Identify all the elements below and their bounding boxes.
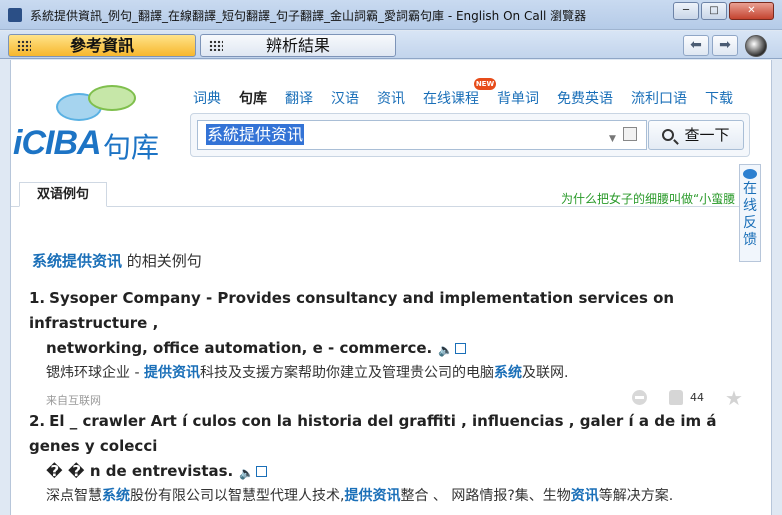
nav-item-sentences[interactable]: 句库 (239, 88, 267, 108)
globe-icon[interactable] (745, 35, 767, 57)
nav-item-online-courses[interactable]: 在线课程 (423, 88, 479, 108)
example-item: 2. El _ crawler Art í culos con la histor… (29, 409, 753, 508)
example-number: 1. (29, 289, 46, 307)
edit-icon[interactable] (623, 127, 637, 141)
nav-item-oral-english[interactable]: 流利口语 (631, 88, 687, 108)
tab-analysis-label: 辨析結果 (265, 36, 330, 55)
online-feedback-button[interactable]: 在 线 反 馈 (739, 164, 761, 262)
search-button[interactable]: 查一下 (648, 120, 744, 150)
thumbs-up-icon[interactable] (669, 390, 683, 405)
window-title: 系統提供資訊_例句_翻譯_在線翻譯_短句翻譯_句子翻譯_金山詞霸_愛詞霸句庫 -… (30, 9, 587, 23)
feedback-char: 馈 (743, 232, 757, 248)
feedback-char: 在 (743, 181, 757, 197)
dropdown-arrow-icon[interactable]: ▼ (609, 134, 616, 144)
browser-toolbar: 參考資訊 辨析結果 ⬅ ➡ (0, 31, 782, 59)
zh-text: 深点智慧 (46, 488, 102, 504)
app-icon (8, 8, 22, 22)
zh-text: 股份有限公司以智慧型代理人技术, (130, 488, 345, 504)
example-english-line1: Sysoper Company - Provides consultancy a… (29, 289, 675, 332)
example-english: 2. El _ crawler Art í culos con la histor… (29, 409, 753, 484)
nav-item-news[interactable]: 资讯 (377, 88, 405, 108)
nav-item-vocabulary[interactable]: 背单词 (497, 88, 539, 108)
example-chinese: 锶炜环球企业 - 提供资讯科技及支援方案帮助你建立及管理贵公司的电脑系统及联网. (29, 362, 753, 385)
zh-text: 科技及支援方案帮助你建立及管理贵公司的电脑 (199, 365, 494, 381)
example-english-line2: networking, office automation, e - comme… (46, 339, 433, 357)
nav-item-translate[interactable]: 翻译 (285, 88, 313, 108)
new-badge: NEW (474, 78, 496, 90)
example-english-line2: � � n de entrevistas. (46, 462, 234, 480)
example-number: 2. (29, 412, 46, 430)
zh-text: 及联网. (521, 365, 569, 381)
nav-item-free-english[interactable]: 免费英语 (557, 88, 613, 108)
back-button[interactable]: ⬅ (683, 35, 709, 56)
example-chinese: 深点智慧系统股份有限公司以智慧型代理人技术,提供资讯整合 、 网路情报?集、生物… (29, 485, 753, 508)
zh-text: 锶炜环球企业 - (46, 365, 144, 381)
section-suffix: 的相关例句 (122, 252, 202, 270)
logo-brand[interactable]: iCIBA (13, 124, 102, 163)
like-count: 44 (690, 391, 704, 404)
note-icon[interactable] (455, 343, 467, 354)
search-input-value: 系統提供资讯 (206, 124, 305, 145)
forward-button[interactable]: ➡ (712, 35, 738, 56)
example-item: 1. Sysoper Company - Provides consultancy… (29, 286, 753, 410)
search-icon (662, 129, 675, 141)
minimize-button[interactable]: ─ (673, 2, 699, 20)
zh-highlight: 资讯 (570, 488, 599, 504)
maximize-button[interactable]: □ (701, 2, 727, 20)
feedback-char: 反 (743, 215, 757, 231)
chat-icon (743, 169, 757, 179)
zh-text: 等解决方案. (598, 488, 674, 504)
nav-item-download[interactable]: 下载 (705, 88, 733, 108)
zh-text: 整合 、 网路情报?集、生物 (400, 488, 571, 504)
page-content: iCIBA 句库 词典 句库 翻译 汉语 资讯 在线课程 背单词 免费英语 流利… (10, 60, 772, 515)
search-button-label: 查一下 (684, 126, 730, 144)
dislike-icon[interactable] (632, 390, 647, 405)
section-title: 系统提供资讯 的相关例句 (32, 250, 202, 271)
search-input[interactable]: 系統提供资讯 (197, 120, 647, 150)
nav-item-dictionary[interactable]: 词典 (193, 88, 221, 108)
tab-analysis-results[interactable]: 辨析結果 (200, 34, 396, 57)
source-label: 来自互联网 (46, 394, 101, 407)
zh-highlight: 提供资讯 (143, 365, 200, 381)
tab-reference-info[interactable]: 參考資訊 (8, 34, 196, 57)
logo-suffix: 句库 (103, 131, 160, 164)
example-english: 1. Sysoper Company - Provides consultancy… (29, 286, 753, 361)
speaker-icon[interactable]: 🔈 (239, 461, 254, 480)
zh-highlight: 系统 (102, 488, 130, 504)
star-icon[interactable]: ★ (725, 386, 743, 410)
speaker-icon[interactable]: 🔈 (438, 338, 453, 357)
promo-link[interactable]: 为什么把女子的细腰叫做“小蛮腰 (561, 190, 739, 207)
tab-bilingual-examples[interactable]: 双语例句 (19, 182, 107, 207)
tab-reference-label: 參考資訊 (69, 36, 134, 55)
example-english-line1: El _ crawler Art í culos con la historia… (29, 412, 717, 455)
title-bar: 系統提供資訊_例句_翻譯_在線翻譯_短句翻譯_句子翻譯_金山詞霸_愛詞霸句庫 -… (0, 0, 782, 30)
zh-highlight: 系统 (493, 365, 522, 381)
search-box: 系統提供资讯 ▼ 查一下 (190, 113, 750, 157)
nav-item-chinese[interactable]: 汉语 (331, 88, 359, 108)
zh-highlight: 提供资讯 (344, 488, 401, 504)
logo-bubbles-icon (56, 85, 146, 125)
example-meta: 来自互联网 44 ★ (29, 386, 753, 410)
feedback-char: 线 (743, 198, 757, 214)
section-keyword: 系统提供资讯 (32, 252, 123, 270)
note-icon[interactable] (256, 466, 268, 477)
close-button[interactable]: ✕ (729, 2, 774, 20)
